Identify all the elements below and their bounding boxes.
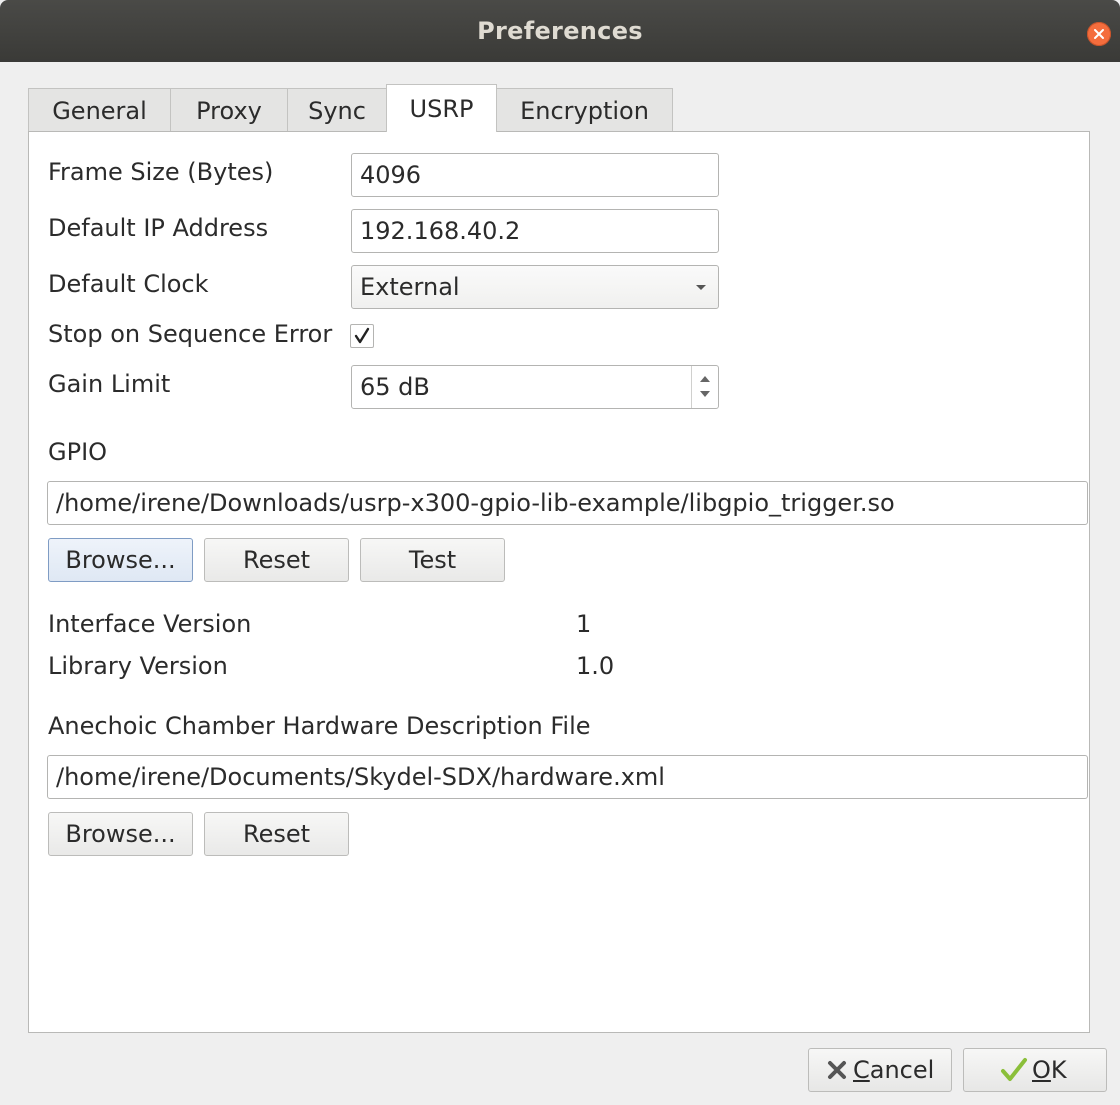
spinner-arrows-icon[interactable] — [691, 366, 718, 408]
gpio-path-input[interactable]: /home/irene/Downloads/usrp-x300-gpio-lib… — [47, 481, 1088, 525]
frame-size-input[interactable]: 4096 — [351, 153, 719, 197]
ok-check-icon — [1001, 1058, 1027, 1081]
cancel-button[interactable]: Cancel — [808, 1048, 952, 1092]
anechoic-reset-button[interactable]: Reset — [204, 812, 349, 856]
default-ip-input[interactable]: 192.168.40.2 — [351, 209, 719, 253]
library-version-label: Library Version — [48, 652, 228, 680]
default-ip-label: Default IP Address — [48, 214, 269, 242]
gain-limit-value: 65 dB — [360, 373, 430, 401]
interface-version-value: 1 — [576, 610, 592, 638]
default-clock-value: External — [360, 273, 460, 301]
gpio-browse-button[interactable]: Browse... — [48, 538, 193, 582]
gpio-reset-button[interactable]: Reset — [204, 538, 349, 582]
cancel-x-icon — [828, 1061, 846, 1079]
interface-version-label: Interface Version — [48, 610, 252, 638]
gpio-test-button[interactable]: Test — [360, 538, 505, 582]
gain-limit-label: Gain Limit — [48, 370, 171, 398]
preferences-dialog: Preferences General Proxy Sync USRP Encr… — [0, 0, 1120, 1105]
gpio-section-label: GPIO — [48, 438, 108, 466]
chevron-down-icon — [696, 285, 706, 290]
stop-on-sequence-error-label: Stop on Sequence Error — [48, 320, 333, 348]
gain-limit-spinbox[interactable]: 65 dB — [351, 365, 719, 409]
library-version-value: 1.0 — [576, 652, 615, 680]
ok-button[interactable]: OK — [963, 1048, 1107, 1092]
anechoic-browse-button[interactable]: Browse... — [48, 812, 193, 856]
spin-down-icon[interactable] — [700, 391, 710, 397]
stop-on-sequence-error-checkbox[interactable] — [350, 324, 374, 348]
anechoic-section-label: Anechoic Chamber Hardware Description Fi… — [48, 712, 591, 740]
frame-size-label: Frame Size (Bytes) — [48, 158, 274, 186]
check-icon — [354, 327, 370, 344]
default-clock-select[interactable]: External — [351, 265, 719, 309]
cancel-label: Cancel — [853, 1056, 935, 1084]
anechoic-path-input[interactable]: /home/irene/Documents/Skydel-SDX/hardwar… — [47, 755, 1088, 799]
ok-label: OK — [1032, 1056, 1067, 1084]
spin-up-icon[interactable] — [700, 376, 710, 382]
default-clock-label: Default Clock — [48, 270, 209, 298]
